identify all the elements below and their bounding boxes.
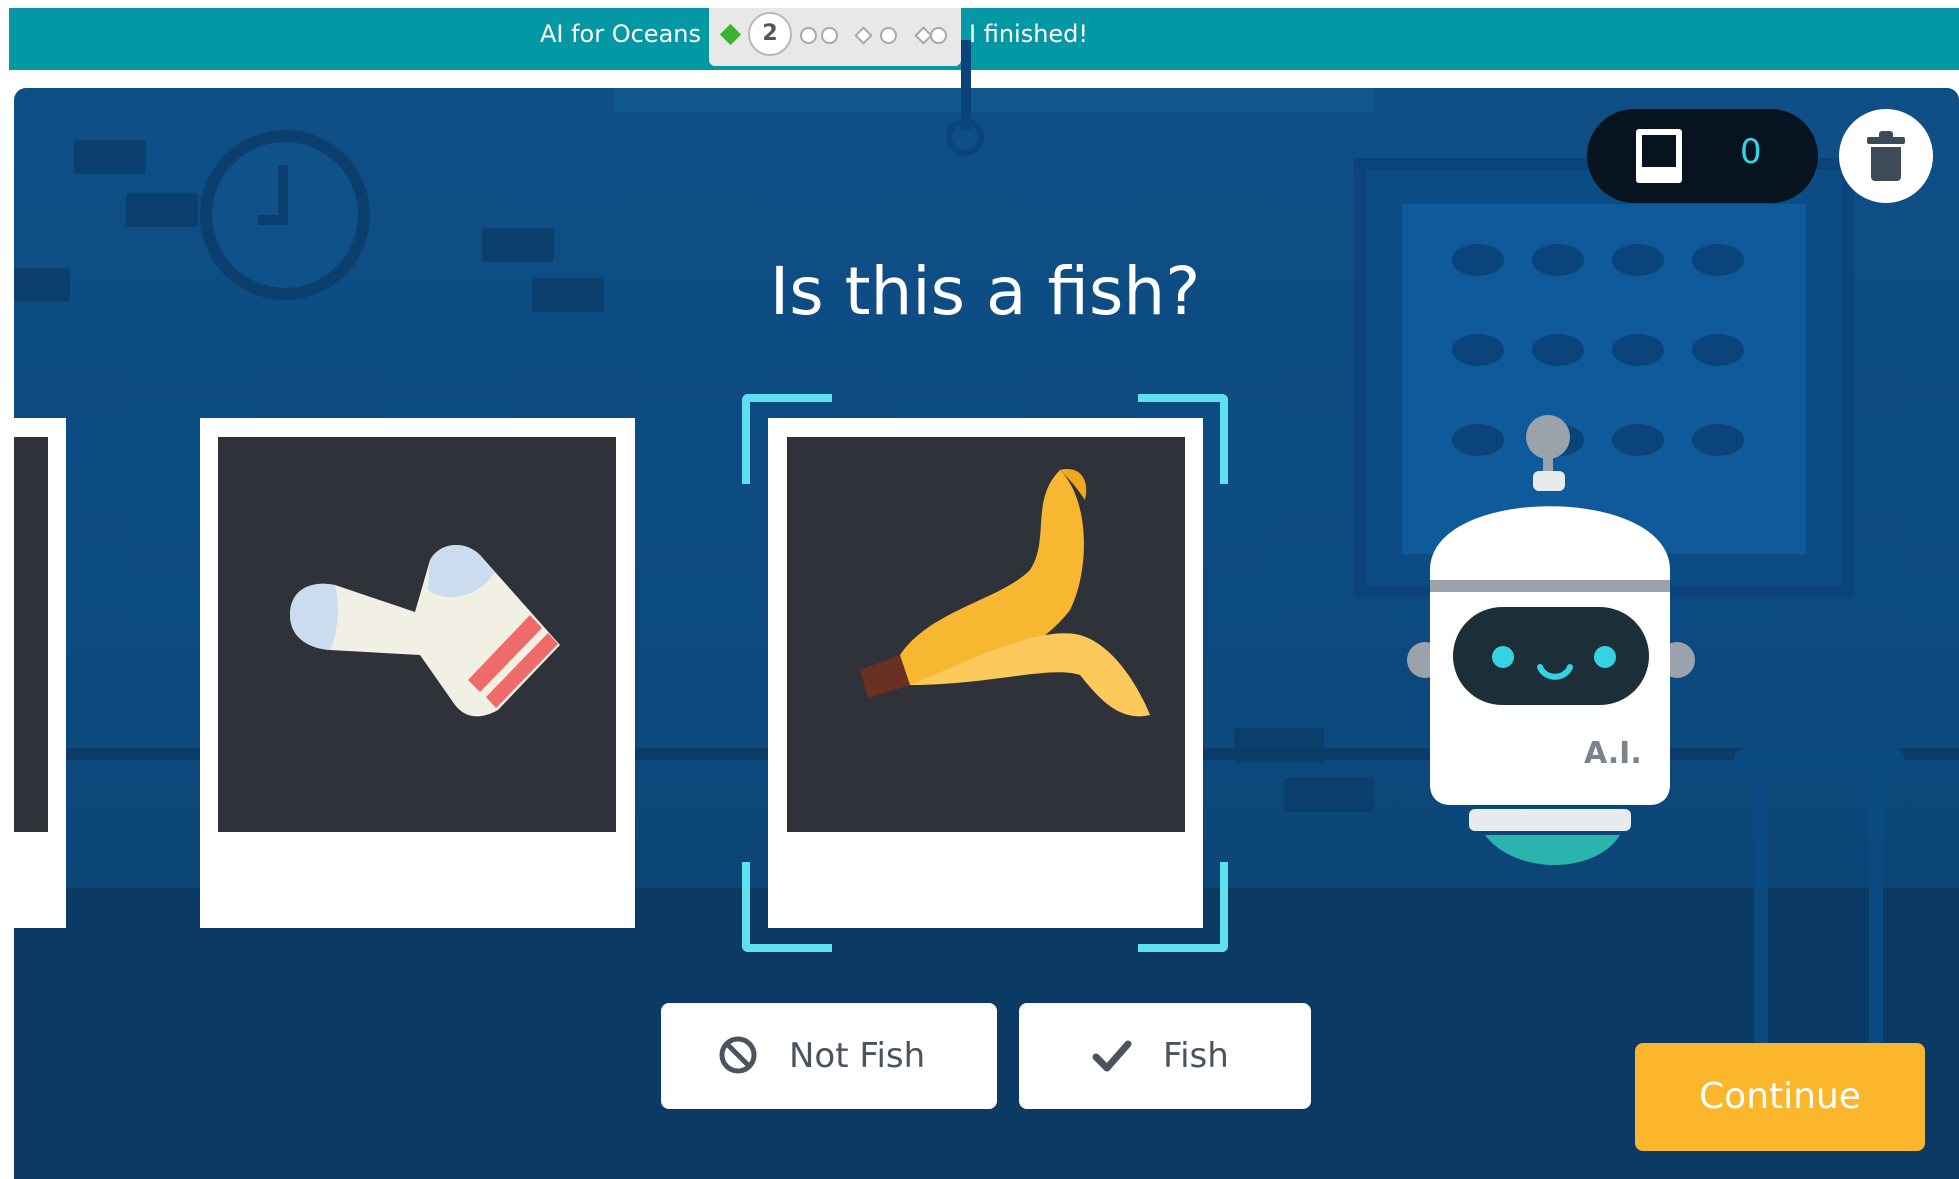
course-title[interactable]: AI for Oceans (540, 18, 701, 50)
ban-icon[interactable] (718, 1035, 758, 1075)
poster-fish-icon (1452, 334, 1504, 366)
banana-peel-icon (860, 469, 1150, 717)
ceiling-shelf (614, 88, 1374, 112)
check-icon[interactable] (1092, 1036, 1132, 1076)
lamp-stem (961, 40, 971, 130)
poster-fish-icon (1692, 244, 1744, 276)
lamp-ring (946, 118, 984, 156)
partial-previous-card-photo (14, 437, 48, 832)
fish-label[interactable]: Fish (1163, 1034, 1229, 1078)
wall-brick (74, 140, 146, 174)
poster-fish-icon (1532, 244, 1584, 276)
stool-leg (1869, 768, 1883, 1068)
current-level-indicator[interactable]: 2 (748, 12, 792, 56)
not-fish-label[interactable]: Not Fish (789, 1034, 925, 1078)
clock-hand (258, 215, 288, 225)
wall-brick (14, 268, 70, 302)
poster-fish-icon (1692, 334, 1744, 366)
level-dot-6[interactable] (880, 27, 897, 44)
poster-fish-icon (1612, 244, 1664, 276)
question-heading: Is this a fish? (769, 253, 1201, 330)
poster-fish-icon (1612, 334, 1664, 366)
finished-link[interactable]: I finished! (969, 18, 1088, 50)
trash-icon[interactable] (1871, 147, 1901, 181)
sock-icon (290, 544, 560, 717)
top-bar: AI for Oceans 2 I finished! (0, 0, 1959, 75)
trash-icon-lid[interactable] (1867, 137, 1905, 144)
wall-brick (482, 228, 554, 262)
selection-corner (1138, 862, 1228, 952)
wall-brick (532, 278, 604, 312)
poster-fish-icon (1452, 244, 1504, 276)
wall-brick (126, 193, 198, 227)
selection-corner (742, 862, 832, 952)
selection-corner (1138, 394, 1228, 484)
stool-leg (1754, 768, 1768, 1068)
level-dot-4[interactable] (821, 27, 838, 44)
wall-brick (1284, 778, 1374, 812)
level-dot-3[interactable] (800, 27, 817, 44)
stool (1734, 748, 1904, 770)
collected-counter (1587, 109, 1818, 203)
poster-fish-icon (1532, 334, 1584, 366)
counter-value: 0 (1740, 132, 1762, 172)
level-dot-8[interactable] (930, 27, 947, 44)
ai-robot (1407, 415, 1695, 865)
robot-label: A.I. (1584, 736, 1642, 771)
selection-corner (742, 394, 832, 484)
continue-button[interactable]: Continue (1635, 1043, 1925, 1151)
photo-frame-icon-inner (1642, 135, 1676, 167)
